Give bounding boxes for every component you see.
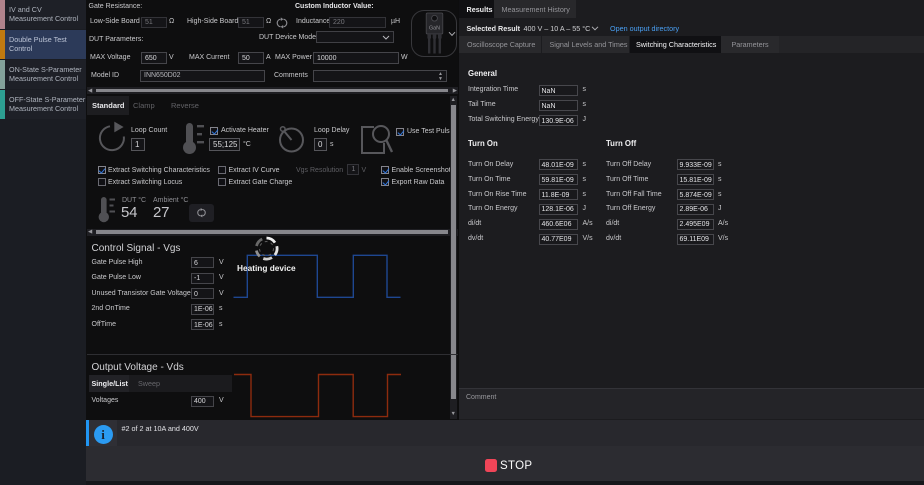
svg-text:GaN: GaN [429,25,440,31]
